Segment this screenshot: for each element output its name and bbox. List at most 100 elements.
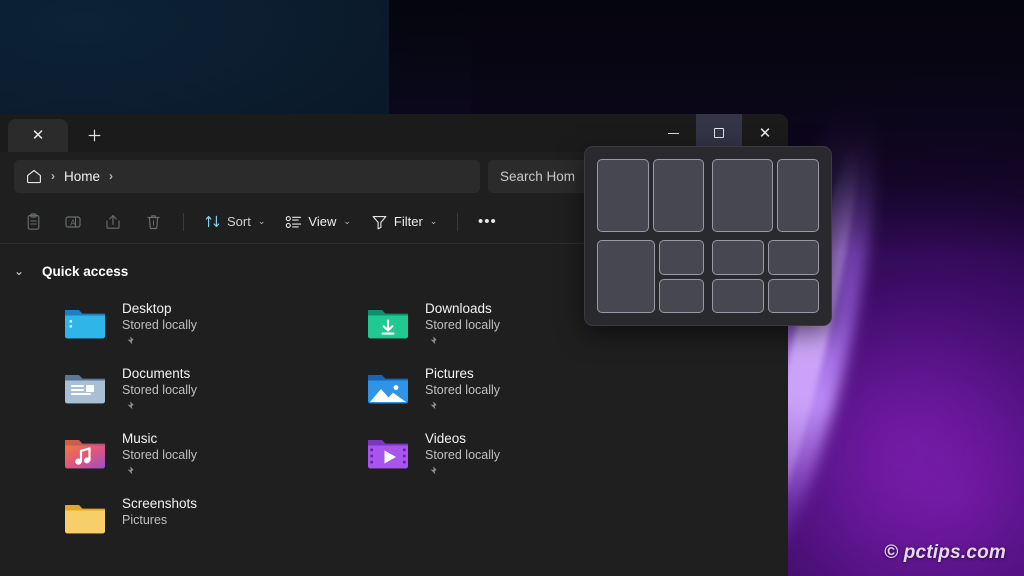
folder-pictures-icon — [365, 364, 411, 410]
folder-videos-icon — [365, 429, 411, 475]
folder-generic-icon — [62, 494, 108, 540]
plus-icon — [88, 129, 101, 142]
snap-pane[interactable] — [653, 159, 705, 232]
tab-close-icon[interactable]: ✕ — [32, 128, 45, 143]
item-name: Pictures — [425, 365, 500, 382]
pin-icon — [425, 465, 438, 478]
pin-icon — [425, 400, 438, 413]
list-item[interactable]: Music Stored locally — [62, 426, 365, 491]
list-item[interactable]: Desktop Stored locally — [62, 296, 365, 361]
list-item[interactable]: Documents Stored locally — [62, 361, 365, 426]
snap-pane-column — [712, 240, 764, 313]
item-subtitle: Stored locally — [425, 382, 500, 399]
list-item-meta: Pictures Stored locally — [425, 361, 500, 413]
sort-icon — [204, 213, 221, 230]
pin-icon — [122, 335, 135, 348]
list-item[interactable]: Screenshots Pictures — [62, 491, 365, 556]
rename-button[interactable]: A — [54, 206, 92, 238]
layout-left-full-right-split[interactable] — [597, 240, 704, 313]
pin-icon — [425, 335, 438, 348]
sort-button[interactable]: Sort ⌄ — [195, 206, 274, 238]
filter-chevron-down-icon: ⌄ — [430, 216, 438, 227]
folder-documents-icon — [62, 364, 108, 410]
command-separator-2 — [457, 213, 458, 231]
snap-pane[interactable] — [712, 159, 773, 232]
item-name: Music — [122, 430, 197, 447]
view-chevron-down-icon: ⌄ — [343, 216, 351, 227]
snap-pane[interactable] — [712, 240, 764, 275]
folder-desktop-icon — [62, 299, 108, 345]
list-item-meta: Screenshots Pictures — [122, 491, 197, 529]
view-button[interactable]: View ⌄ — [276, 206, 360, 238]
close-icon: ✕ — [759, 126, 772, 141]
breadcrumb-separator-2[interactable]: › — [109, 169, 113, 183]
sort-chevron-down-icon: ⌄ — [258, 216, 266, 227]
item-subtitle: Stored locally — [122, 447, 197, 464]
snap-pane[interactable] — [597, 159, 649, 232]
snap-pane[interactable] — [597, 240, 655, 313]
breadcrumb-separator-1: › — [51, 169, 55, 183]
list-item-meta: Desktop Stored locally — [122, 296, 197, 348]
share-button[interactable] — [94, 206, 132, 238]
filter-label: Filter — [394, 214, 423, 229]
item-subtitle: Stored locally — [425, 317, 500, 334]
snap-pane[interactable] — [777, 159, 819, 232]
item-subtitle: Stored locally — [122, 382, 197, 399]
sort-label: Sort — [227, 214, 251, 229]
item-name: Desktop — [122, 300, 197, 317]
item-subtitle: Stored locally — [122, 317, 197, 334]
pin-icon — [122, 400, 135, 413]
folder-music-icon — [62, 429, 108, 475]
snap-pane[interactable] — [712, 279, 764, 314]
item-name: Documents — [122, 365, 197, 382]
list-item-meta: Downloads Stored locally — [425, 296, 500, 348]
paste-button[interactable] — [14, 206, 52, 238]
snap-pane[interactable] — [768, 240, 820, 275]
item-name: Screenshots — [122, 495, 197, 512]
list-item-meta: Music Stored locally — [122, 426, 197, 478]
item-name: Downloads — [425, 300, 500, 317]
item-subtitle: Pictures — [122, 512, 197, 529]
command-separator-1 — [183, 213, 184, 231]
snap-pane-column — [659, 240, 704, 313]
filter-button[interactable]: Filter ⌄ — [362, 206, 446, 238]
ellipsis-icon: ••• — [478, 213, 497, 230]
home-icon[interactable] — [26, 169, 42, 184]
breadcrumb-item-home[interactable]: Home — [64, 169, 100, 184]
tab-strip: ✕ — [0, 114, 114, 152]
paste-icon — [25, 213, 42, 231]
snap-pane[interactable] — [768, 279, 820, 314]
list-item[interactable]: Videos Stored locally — [365, 426, 668, 491]
pin-icon — [122, 465, 135, 478]
quick-access-label: Quick access — [42, 264, 128, 279]
maximize-icon — [714, 128, 724, 138]
watermark: © pctips.com — [884, 542, 1006, 564]
view-icon — [285, 214, 302, 230]
breadcrumb[interactable]: › Home › — [14, 160, 480, 193]
snap-pane[interactable] — [659, 279, 704, 314]
view-label: View — [308, 214, 336, 229]
delete-icon — [145, 213, 162, 231]
group-chevron-down-icon[interactable]: ⌄ — [10, 264, 28, 278]
snap-pane[interactable] — [659, 240, 704, 275]
item-name: Videos — [425, 430, 500, 447]
folder-downloads-icon — [365, 299, 411, 345]
list-item[interactable]: Pictures Stored locally — [365, 361, 668, 426]
layout-four-quadrants[interactable] — [712, 240, 819, 313]
snap-pane-column — [768, 240, 820, 313]
layout-wide-left-narrow-right[interactable] — [712, 159, 819, 232]
delete-button[interactable] — [134, 206, 172, 238]
layout-two-equal-columns[interactable] — [597, 159, 704, 232]
list-item-meta: Documents Stored locally — [122, 361, 197, 413]
list-item-meta: Videos Stored locally — [425, 426, 500, 478]
filter-icon — [371, 214, 388, 230]
item-subtitle: Stored locally — [425, 447, 500, 464]
more-options-button[interactable]: ••• — [469, 206, 505, 238]
search-placeholder: Search Hom — [500, 169, 575, 184]
new-tab-button[interactable] — [74, 119, 114, 152]
minimize-icon — [668, 133, 679, 134]
share-icon — [104, 213, 122, 231]
rename-icon: A — [64, 213, 82, 231]
snap-layouts-flyout — [584, 146, 832, 326]
tab-home[interactable]: ✕ — [8, 119, 68, 152]
